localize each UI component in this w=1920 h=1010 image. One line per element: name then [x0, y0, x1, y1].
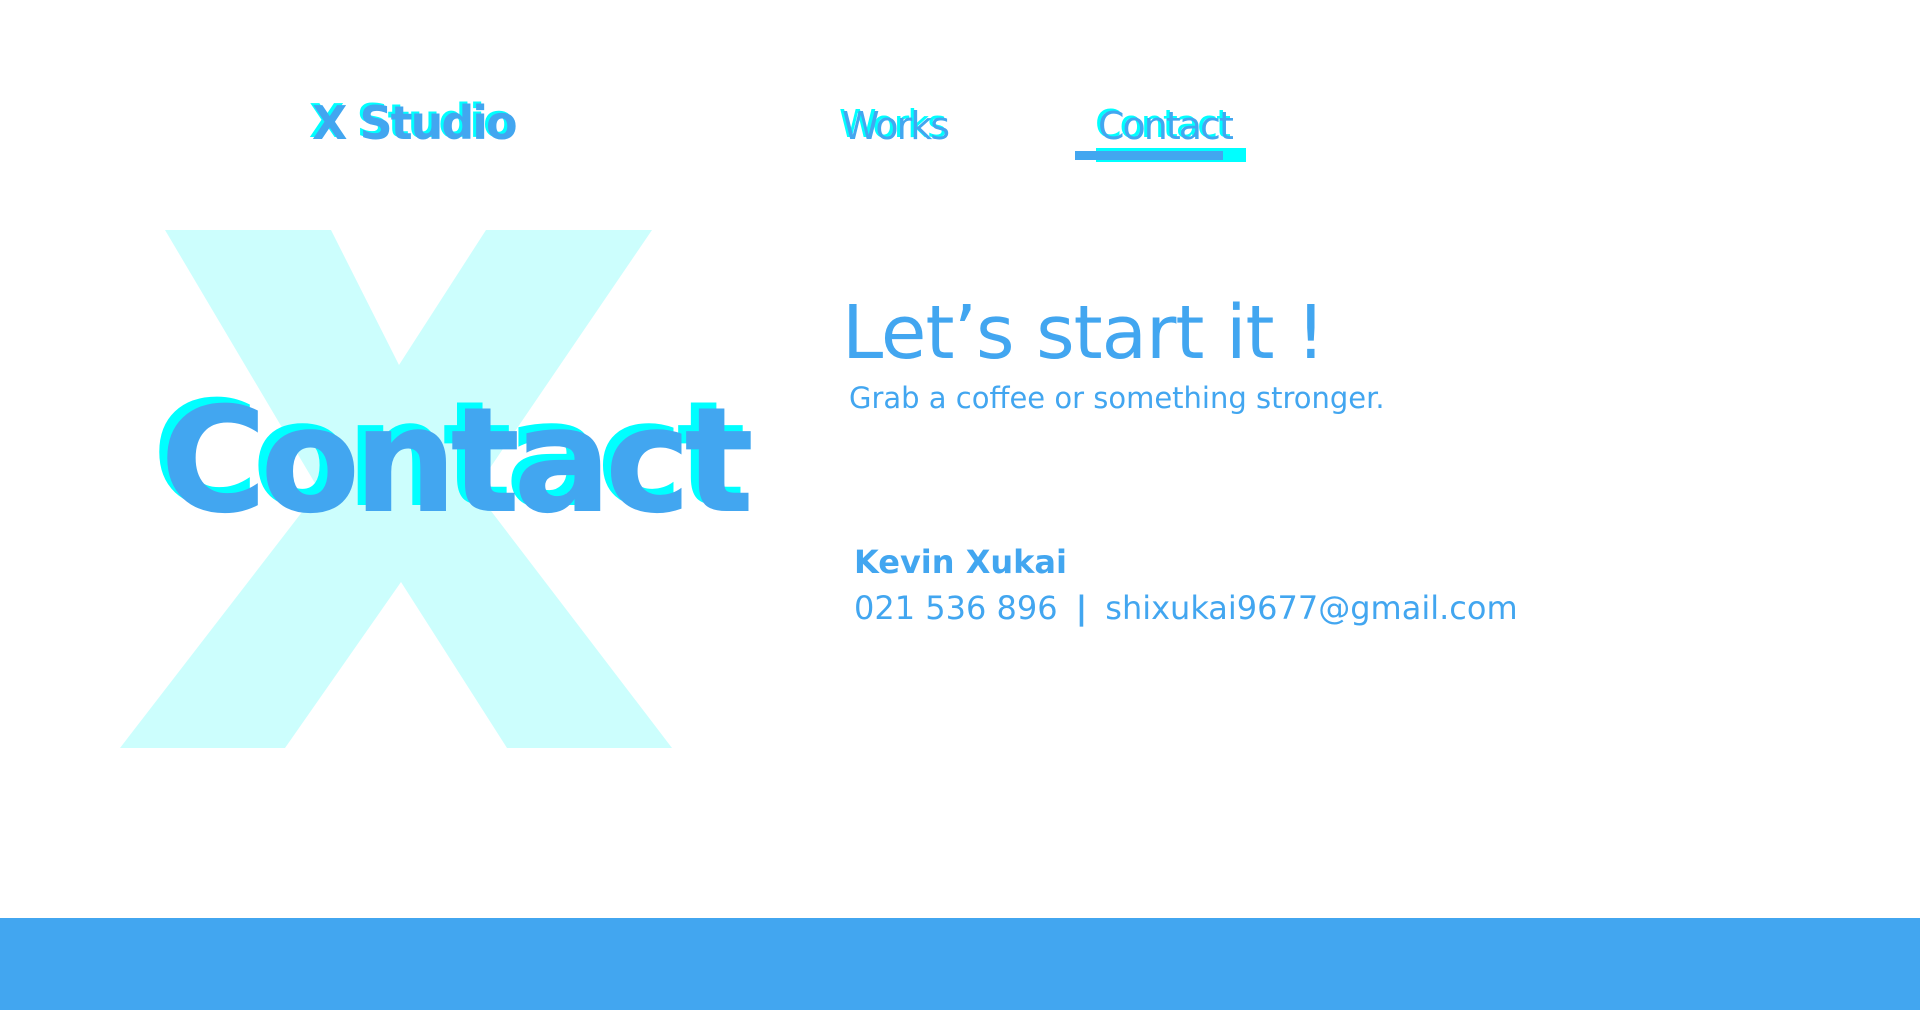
hero-title: Contact: [160, 376, 754, 546]
headline: Let’s start it !: [842, 290, 1326, 376]
nav-contact-link[interactable]: Contact: [1098, 104, 1234, 148]
contact-separator: |: [1075, 589, 1088, 627]
nav-works-link[interactable]: Works: [842, 104, 950, 148]
contact-details: 021 536 896 | shixukai9677@gmail.com: [854, 592, 1518, 624]
subheadline: Grab a coffee or something stronger.: [849, 381, 1385, 415]
email-link[interactable]: shixukai9677@gmail.com: [1105, 589, 1517, 627]
nav-active-underline: [1075, 151, 1223, 160]
contact-page: X Studio Works Contact Contact Let’s sta…: [0, 0, 1920, 1010]
contact-name: Kevin Xukai: [854, 543, 1067, 581]
studio-logo-link[interactable]: X Studio: [312, 96, 518, 150]
footer-bar: [0, 918, 1920, 1010]
phone-link[interactable]: 021 536 896: [854, 589, 1058, 627]
